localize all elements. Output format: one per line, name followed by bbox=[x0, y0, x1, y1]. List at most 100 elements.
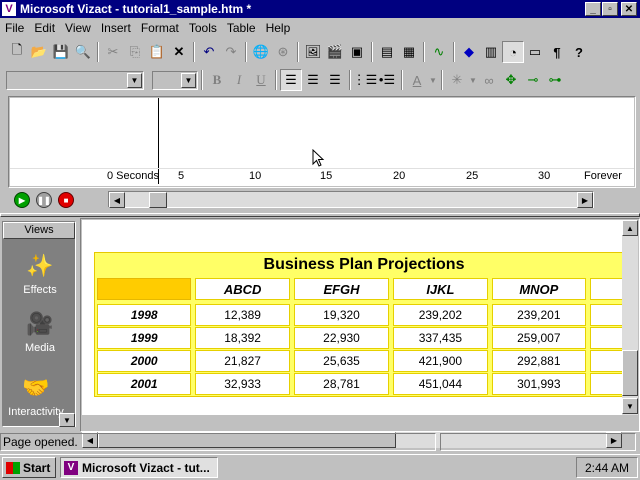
projections-table: Business Plan Projections ABCD EFGH IJKL… bbox=[94, 252, 622, 397]
web-globe-icon[interactable]: 🌐 bbox=[250, 41, 272, 63]
menu-insert[interactable]: Insert bbox=[96, 21, 136, 35]
bulleted-list-icon[interactable]: •☰ bbox=[376, 69, 398, 91]
font-size-select[interactable]: ▼ bbox=[152, 70, 198, 90]
header-corner-cell bbox=[97, 278, 192, 300]
align-left-icon[interactable]: ☰ bbox=[280, 69, 302, 91]
link-chain-icon[interactable]: ∞ bbox=[478, 69, 500, 91]
refresh-icon[interactable]: ⊛ bbox=[272, 41, 294, 63]
font-color-icon[interactable]: A bbox=[406, 69, 428, 91]
underline-icon[interactable]: U bbox=[250, 69, 272, 91]
chevron-down-icon[interactable]: ▼ bbox=[428, 69, 438, 91]
separator bbox=[453, 42, 455, 62]
bold-icon[interactable]: B bbox=[206, 69, 228, 91]
undo-icon[interactable]: ↶ bbox=[198, 41, 220, 63]
menu-edit[interactable]: Edit bbox=[29, 21, 60, 35]
scroll-up-icon[interactable]: ▲ bbox=[622, 220, 638, 236]
copy-icon[interactable]: ⎘ bbox=[124, 41, 146, 63]
align-center-icon[interactable]: ☰ bbox=[302, 69, 324, 91]
help-icon[interactable]: ? bbox=[568, 41, 590, 63]
menu-bar: File Edit View Insert Format Tools Table… bbox=[0, 19, 640, 37]
menu-file[interactable]: File bbox=[0, 21, 29, 35]
document-vscrollbar[interactable]: ▲ ▼ bbox=[622, 220, 638, 415]
new-document-icon[interactable]: 🗋 bbox=[6, 41, 28, 63]
vscroll-thumb[interactable] bbox=[622, 350, 638, 396]
timeline-axis bbox=[10, 168, 634, 169]
path-node-icon[interactable]: ⊸ bbox=[522, 69, 544, 91]
scroll-right-icon[interactable]: ▶ bbox=[577, 192, 593, 208]
paste-icon[interactable]: 📋 bbox=[146, 41, 168, 63]
separator bbox=[201, 70, 203, 90]
numbered-list-icon[interactable]: ⋮☰ bbox=[353, 69, 378, 91]
views-panel-icon[interactable]: ▥ bbox=[480, 41, 502, 63]
play-icon[interactable]: ▶ bbox=[14, 192, 30, 208]
insert-media-icon[interactable]: 🎬 bbox=[324, 41, 346, 63]
menu-tools[interactable]: Tools bbox=[184, 21, 222, 35]
chevron-down-icon[interactable]: ▼ bbox=[181, 72, 196, 88]
views-header[interactable]: Views bbox=[3, 222, 75, 239]
table-title: Business Plan Projections bbox=[263, 256, 465, 273]
value-cell bbox=[590, 350, 622, 372]
redo-icon[interactable]: ↷ bbox=[220, 41, 242, 63]
move-arrows-icon[interactable]: ✥ bbox=[500, 69, 522, 91]
menu-view[interactable]: View bbox=[60, 21, 96, 35]
table-row: 1999 18,392 22,930 337,435 259,007 bbox=[95, 327, 622, 349]
cut-icon[interactable]: ✂ bbox=[102, 41, 124, 63]
pause-icon[interactable]: ❚❚ bbox=[36, 192, 52, 208]
system-clock[interactable]: 2:44 AM bbox=[576, 457, 638, 478]
year-cell: 1999 bbox=[97, 327, 192, 349]
print-preview-icon[interactable]: 🔍 bbox=[72, 41, 94, 63]
year-cell: 2001 bbox=[97, 373, 192, 395]
insert-table-icon[interactable]: ▦ bbox=[398, 41, 420, 63]
font-name-select[interactable]: ▼ bbox=[6, 70, 144, 90]
view-interactivity[interactable]: 🤝 Interactivity bbox=[3, 372, 69, 418]
value-cell: 239,202 bbox=[393, 304, 488, 326]
hyperlink-icon[interactable]: ∿ bbox=[428, 41, 450, 63]
insert-object-icon[interactable]: ▣ bbox=[346, 41, 368, 63]
interactivity-hand-icon: 🤝 bbox=[22, 375, 50, 400]
timeline-panel[interactable]: 0 Seconds 5 10 15 20 25 30 Forever bbox=[10, 98, 634, 186]
separator bbox=[423, 42, 425, 62]
path-end-icon[interactable]: ⊶ bbox=[544, 69, 566, 91]
maximize-button[interactable]: ▫ bbox=[602, 2, 618, 16]
splitter-bar[interactable] bbox=[0, 213, 640, 217]
align-right-icon[interactable]: ☰ bbox=[324, 69, 346, 91]
chevron-down-icon[interactable]: ▼ bbox=[127, 72, 142, 88]
menu-help[interactable]: Help bbox=[261, 21, 296, 35]
timeline-toggle-icon[interactable]: ◔ bbox=[502, 41, 524, 63]
view-media[interactable]: 🎥 Media bbox=[3, 308, 77, 354]
minimize-button[interactable]: _ bbox=[585, 2, 601, 16]
scroll-down-icon[interactable]: ▼ bbox=[622, 398, 638, 414]
scroll-left-icon[interactable]: ◀ bbox=[109, 192, 125, 208]
delete-icon[interactable]: ✕ bbox=[168, 41, 190, 63]
page-properties-icon[interactable]: ▭ bbox=[524, 41, 546, 63]
taskbar-item-vizact[interactable]: V Microsoft Vizact - tut... bbox=[60, 457, 218, 478]
stop-icon[interactable]: ■ bbox=[58, 192, 74, 208]
chevron-down-icon[interactable]: ▼ bbox=[468, 69, 478, 91]
scroll-thumb[interactable] bbox=[149, 192, 167, 208]
text-box-icon[interactable]: ▤ bbox=[376, 41, 398, 63]
timeline-scrollbar[interactable]: ◀ ▶ bbox=[108, 191, 594, 208]
playback-controls: ▶ ❚❚ ■ bbox=[14, 192, 74, 208]
value-cell: 259,007 bbox=[491, 327, 587, 349]
menu-table[interactable]: Table bbox=[222, 21, 261, 35]
start-button[interactable]: Start bbox=[2, 457, 56, 478]
views-scroll-down-icon[interactable]: ▼ bbox=[59, 413, 75, 427]
menu-format[interactable]: Format bbox=[136, 21, 184, 35]
formatting-toolbar: ▼ ▼ B I U ☰ ☰ ☰ ⋮☰ •☰ A ▼ ✳ ▼ ∞ ✥ ⊸ ⊶ bbox=[0, 68, 640, 92]
document-canvas[interactable]: Business Plan Projections ABCD EFGH IJKL… bbox=[82, 220, 622, 415]
insert-picture-icon[interactable]: 🖼 bbox=[302, 41, 324, 63]
separator bbox=[371, 42, 373, 62]
view-effects[interactable]: ✨ Effects bbox=[3, 250, 77, 296]
taskbar: Start V Microsoft Vizact - tut... 2:44 A… bbox=[0, 454, 640, 480]
close-button[interactable]: ✕ bbox=[621, 2, 637, 16]
effects-palette-icon[interactable]: ◆ bbox=[458, 41, 480, 63]
app-icon[interactable]: V bbox=[2, 2, 16, 16]
standard-toolbar: 🗋 📂 💾 🔍 ✂ ⎘ 📋 ✕ ↶ ↷ 🌐 ⊛ 🖼 🎬 ▣ ▤ ▦ ∿ ◆ ▥ … bbox=[0, 40, 640, 64]
taskbar-item-label: Microsoft Vizact - tut... bbox=[82, 460, 210, 475]
effect-sparkle-icon[interactable]: ✳ bbox=[446, 69, 468, 91]
open-folder-icon[interactable]: 📂 bbox=[28, 41, 50, 63]
window-title: Microsoft Vizact - tutorial1_sample.htm … bbox=[20, 2, 252, 16]
italic-icon[interactable]: I bbox=[228, 69, 250, 91]
show-formatting-icon[interactable]: ¶ bbox=[546, 41, 568, 63]
save-disk-icon[interactable]: 💾 bbox=[50, 41, 72, 63]
